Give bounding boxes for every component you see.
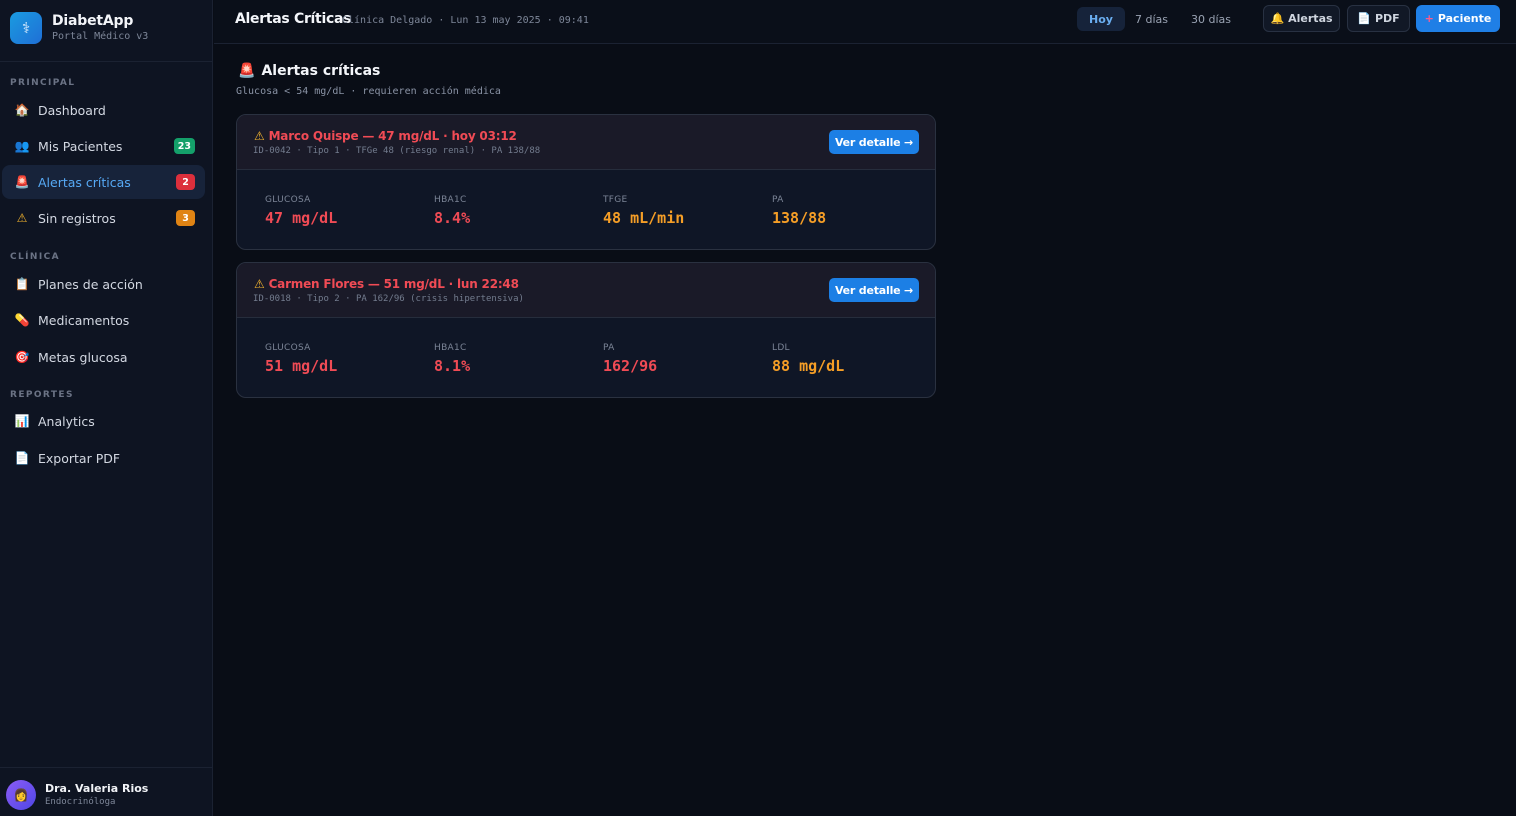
- metric-label: HBA1C: [434, 343, 467, 353]
- document-icon: 📄: [1357, 12, 1371, 25]
- metric-label: PA: [772, 195, 784, 205]
- metric-value: 51 mg/dL: [265, 357, 338, 375]
- metric-label: TFGE: [603, 195, 628, 205]
- page-meta: Clínica Delgado · Lun 13 may 2025 · 09:4…: [342, 15, 589, 26]
- metric-label: HBA1C: [434, 195, 467, 205]
- alert-subtitle: ID-0018 · Tipo 2 · PA 162/96 (crisis hip…: [253, 294, 524, 304]
- avatar: 👩: [6, 780, 36, 810]
- brand: ⚕ DiabetApp Portal Médico v3: [0, 0, 213, 62]
- stethoscope-icon: ⚕: [10, 12, 42, 44]
- brand-subtitle: Portal Médico v3: [52, 31, 149, 42]
- metric-glucose: GLUCOSA 47 mg/dL: [265, 195, 425, 227]
- metric-glucose: GLUCOSA 51 mg/dL: [265, 343, 425, 375]
- document-icon: 📄: [14, 451, 30, 465]
- alert-title-text: Carmen Flores — 51 mg/dL · lun 22:48: [268, 277, 519, 291]
- alert-card: ⚠ Carmen Flores — 51 mg/dL · lun 22:48 I…: [236, 262, 936, 398]
- sidebar-item-analytics[interactable]: 📊 Analytics: [2, 404, 205, 438]
- warning-icon: ⚠: [254, 129, 265, 143]
- warning-icon: ⚠: [254, 277, 265, 291]
- sidebar-item-label: Sin registros: [38, 210, 116, 226]
- metric-value: 138/88: [772, 209, 827, 227]
- patients-icon: 👥: [14, 139, 30, 153]
- section-label-clinica: CLÍNICA: [10, 252, 60, 262]
- metric-value: 48 mL/min: [603, 209, 685, 227]
- brand-name: DiabetApp: [52, 13, 134, 29]
- siren-icon: 🚨: [14, 175, 30, 189]
- sidebar-item-label: Mis Pacientes: [38, 138, 123, 154]
- alert-card: ⚠ Marco Quispe — 47 mg/dL · hoy 03:12 ID…: [236, 114, 936, 250]
- home-icon: 🏠: [14, 103, 30, 117]
- sidebar-item-label: Planes de acción: [38, 276, 143, 292]
- sidebar-item-export-pdf[interactable]: 📄 Exportar PDF: [2, 441, 205, 475]
- view-detail-button[interactable]: Ver detalle →: [829, 130, 919, 154]
- user-name: Dra. Valeria Rios: [45, 782, 149, 795]
- add-patient-button[interactable]: + Paciente: [1416, 5, 1500, 32]
- metric-label: GLUCOSA: [265, 195, 311, 205]
- pdf-button-label: PDF: [1374, 12, 1400, 25]
- sidebar-item-label: Metas glucosa: [38, 349, 128, 365]
- sidebar-item-dashboard[interactable]: 🏠 Dashboard: [2, 93, 205, 127]
- metric-hba1c: HBA1C 8.4%: [434, 195, 594, 227]
- sidebar-item-medications[interactable]: 💊 Medicamentos: [2, 303, 205, 337]
- sidebar-item-label: Alertas críticas: [38, 174, 131, 190]
- alerts-button[interactable]: 🔔 Alertas: [1263, 5, 1340, 32]
- sidebar-item-label: Dashboard: [38, 102, 106, 118]
- metric-pa: PA 162/96: [603, 343, 763, 375]
- bar-chart-icon: 📊: [14, 414, 30, 428]
- metric-tfge: TFGE 48 mL/min: [603, 195, 763, 227]
- alerts-count-badge: 2: [176, 174, 195, 190]
- alert-title: ⚠ Carmen Flores — 51 mg/dL · lun 22:48: [254, 277, 519, 291]
- page-title: Alertas Críticas: [235, 11, 352, 27]
- metric-value: 8.1%: [434, 357, 471, 375]
- warning-icon: ⚠: [16, 211, 28, 225]
- range-today-button[interactable]: Hoy: [1077, 7, 1125, 31]
- user-role: Endocrinóloga: [45, 797, 116, 807]
- bell-icon: 🔔: [1270, 12, 1285, 25]
- sidebar-item-label: Exportar PDF: [38, 450, 121, 466]
- sidebar-item-label: Analytics: [38, 413, 95, 429]
- no-records-count-badge: 3: [176, 210, 195, 226]
- sidebar-item-patients[interactable]: 👥 Mis Pacientes 23: [2, 129, 205, 163]
- metric-value: 162/96: [603, 357, 658, 375]
- alert-card-header: ⚠ Marco Quispe — 47 mg/dL · hoy 03:12 ID…: [237, 115, 935, 170]
- view-detail-button[interactable]: Ver detalle →: [829, 278, 919, 302]
- user-profile[interactable]: 👩 Dra. Valeria Rios Endocrinóloga: [0, 767, 213, 816]
- alert-title-text: Marco Quispe — 47 mg/dL · hoy 03:12: [268, 129, 517, 143]
- metric-value: 47 mg/dL: [265, 209, 338, 227]
- clipboard-icon: 📋: [14, 277, 30, 291]
- section-title: 🚨 Alertas críticas: [238, 63, 380, 79]
- alert-subtitle: ID-0042 · Tipo 1 · TFGe 48 (riesgo renal…: [253, 146, 541, 156]
- patients-count-badge: 23: [173, 138, 195, 154]
- sidebar-item-label: Medicamentos: [38, 312, 130, 328]
- range-30-days-button[interactable]: 30 días: [1179, 7, 1243, 31]
- metric-label: LDL: [772, 343, 790, 353]
- section-label-reportes: REPORTES: [10, 390, 74, 400]
- range-7-days-button[interactable]: 7 días: [1123, 7, 1180, 31]
- add-patient-label: Paciente: [1437, 12, 1492, 25]
- sidebar-item-glucose-goals[interactable]: 🎯 Metas glucosa: [2, 340, 205, 374]
- section-title-text: Alertas críticas: [261, 63, 381, 79]
- metric-hba1c: HBA1C 8.1%: [434, 343, 594, 375]
- section-subtitle: Glucosa < 54 mg/dL · requieren acción mé…: [236, 86, 501, 97]
- alert-card-header: ⚠ Carmen Flores — 51 mg/dL · lun 22:48 I…: [237, 263, 935, 318]
- sidebar-item-no-records[interactable]: ⚠ Sin registros 3: [2, 201, 205, 235]
- metric-label: PA: [603, 343, 615, 353]
- pdf-button[interactable]: 📄 PDF: [1347, 5, 1410, 32]
- sidebar-item-action-plans[interactable]: 📋 Planes de acción: [2, 267, 205, 301]
- sidebar: ⚕ DiabetApp Portal Médico v3 PRINCIPAL 🏠…: [0, 0, 213, 816]
- section-label-principal: PRINCIPAL: [10, 78, 76, 88]
- siren-icon: 🚨: [238, 63, 256, 79]
- alert-title: ⚠ Marco Quispe — 47 mg/dL · hoy 03:12: [254, 129, 517, 143]
- plus-icon: +: [1424, 12, 1434, 25]
- target-icon: 🎯: [14, 350, 30, 364]
- topbar: Alertas Críticas Clínica Delgado · Lun 1…: [214, 0, 1516, 44]
- metric-label: GLUCOSA: [265, 343, 311, 353]
- metric-pa: PA 138/88: [772, 195, 932, 227]
- metric-value: 88 mg/dL: [772, 357, 845, 375]
- metric-value: 8.4%: [434, 209, 471, 227]
- sidebar-item-critical-alerts[interactable]: 🚨 Alertas críticas 2: [2, 165, 205, 199]
- alerts-button-label: Alertas: [1288, 12, 1333, 25]
- metric-ldl: LDL 88 mg/dL: [772, 343, 932, 375]
- pill-icon: 💊: [14, 313, 30, 327]
